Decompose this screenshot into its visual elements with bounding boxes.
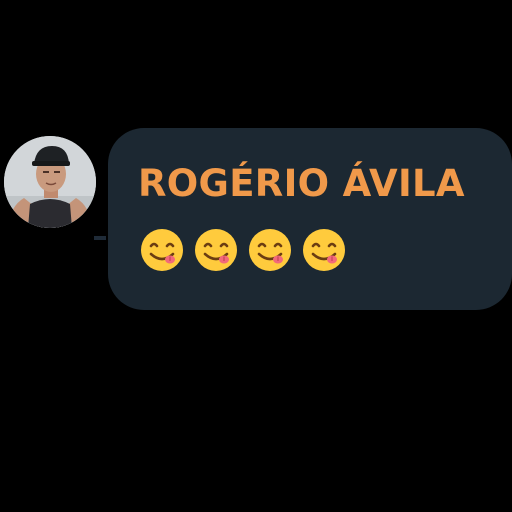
bubble-tail [94, 236, 106, 240]
message-text [138, 226, 512, 274]
face-savoring-food-icon [138, 226, 186, 274]
sender-name[interactable]: ROGÉRIO ÁVILA [138, 162, 512, 206]
sticker-canvas: ROGÉRIO ÁVILA [0, 0, 512, 512]
face-savoring-food-icon [300, 226, 348, 274]
face-savoring-food-icon [192, 226, 240, 274]
message-bubble[interactable]: ROGÉRIO ÁVILA [108, 128, 512, 310]
sender-avatar[interactable] [4, 136, 96, 228]
face-savoring-food-icon [246, 226, 294, 274]
avatar-photo [4, 136, 96, 228]
